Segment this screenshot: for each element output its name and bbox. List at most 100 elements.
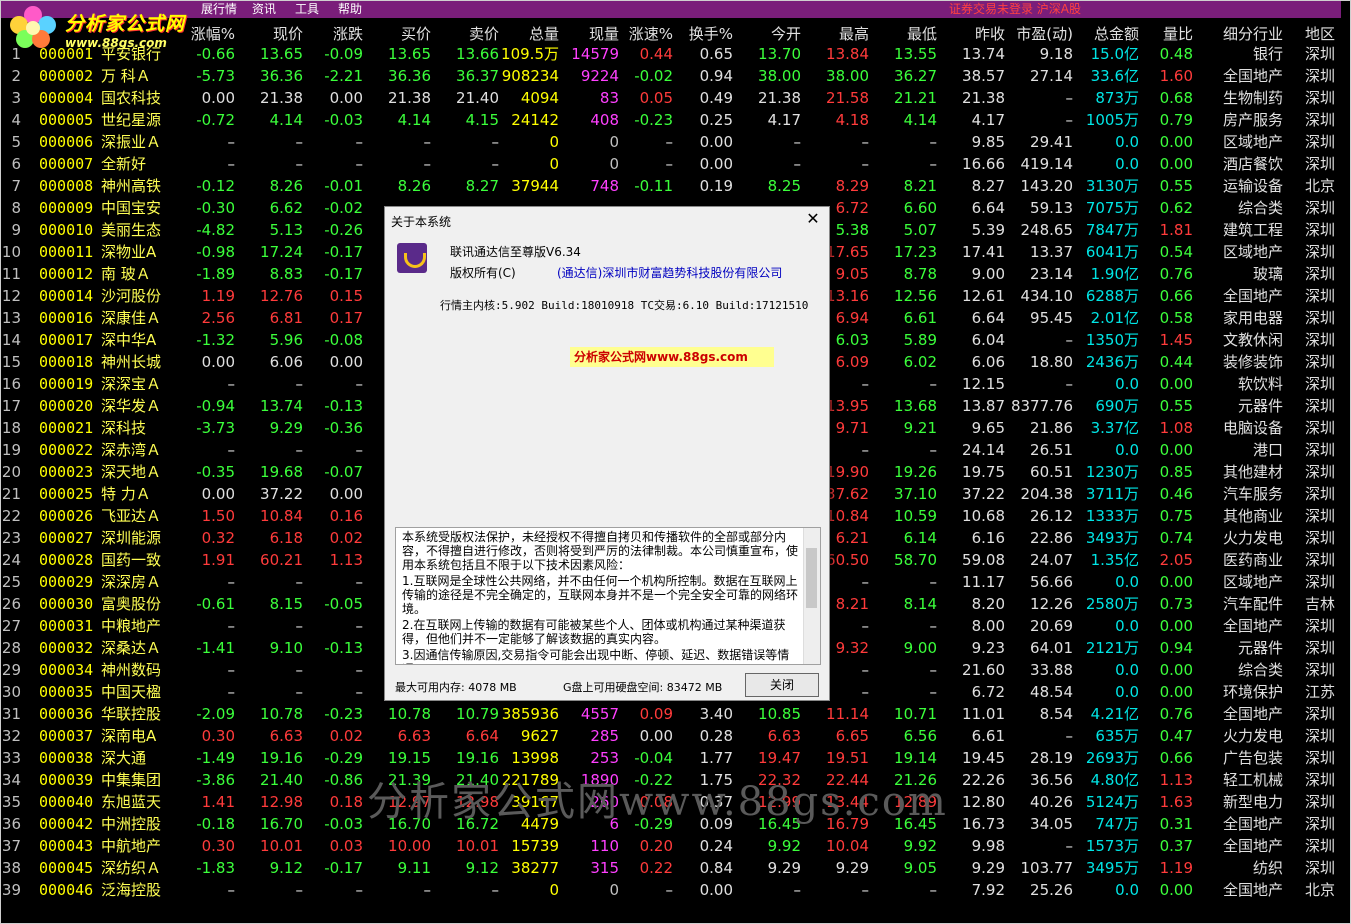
column-header: 涨幅% 现价 涨跌 买价 卖价 总量 现量 涨速% 换手% 今开 最高 最低 昨收 市盈(动) 总金额 量比细…	[1, 19, 1341, 43]
table-row[interactable]: 31 000036 华联控股 -2.09 10.78 -0.23 10.78 10.79 385…	[1, 703, 1341, 725]
cell-open: 9.29	[767, 859, 801, 877]
cell-spd: -0.02	[634, 67, 673, 85]
cell-high: 21.58	[826, 89, 869, 107]
cell-name: 东旭蓝天	[101, 793, 162, 811]
cell-turn: 0.00	[699, 881, 733, 899]
table-row[interactable]: 38 000045 深纺织Ａ -1.83 9.12 -0.17 9.11 9.12 38277 3…	[1, 857, 1341, 879]
cell-bid: 36.36	[388, 67, 431, 85]
cell-open: –	[793, 881, 802, 899]
cell-reg: 深圳	[1304, 441, 1335, 459]
notice-scrollbar[interactable]	[803, 528, 820, 664]
column-header-cell[interactable]: 现量	[563, 23, 619, 44]
cell-amt: 0.0	[1115, 133, 1139, 151]
menu-news[interactable]: 资讯	[252, 1, 276, 18]
cell-reg: 深圳	[1304, 705, 1335, 723]
cell-name: 深纺织Ａ	[101, 859, 162, 877]
cell-low: 8.21	[903, 177, 937, 195]
cell-code: 000036	[39, 705, 94, 723]
menu-quotes[interactable]: 展行情	[201, 1, 237, 18]
cell-chg: -0.94	[196, 397, 235, 415]
table-row[interactable]: 1 000001 平安银行 -0.66 13.65 -0.09 13.65 13.66 109.…	[1, 43, 1341, 65]
cell-open: 4.17	[767, 111, 801, 129]
cell-price: 19.16	[260, 749, 303, 767]
table-row[interactable]: 39 000046 泛海控股 – – – – –0 0–0.00– – –7.92 25.26 0.0 0…	[1, 879, 1341, 901]
cell-open: 8.25	[767, 177, 801, 195]
cell-chg: -0.61	[196, 595, 235, 613]
column-header-cell[interactable]: 最低	[873, 23, 937, 44]
cell-amt: 2436万	[1085, 353, 1139, 371]
cell-amt: 2121万	[1085, 639, 1139, 657]
cell-idx: 32	[1, 727, 21, 745]
cell-price: –	[295, 441, 304, 459]
cell-prev: 6.72	[971, 683, 1005, 701]
cell-vol: 4094	[520, 89, 559, 107]
cell-amt: 2580万	[1085, 595, 1139, 613]
menu-help[interactable]: 帮助	[338, 1, 362, 18]
table-row[interactable]: 3 000004 国农科技 0.00 21.38 0.00 21.38 21.40 4094 83…	[1, 87, 1341, 109]
column-header-cell[interactable]: 量比	[1143, 23, 1193, 44]
column-header-cell[interactable]: 买价	[369, 23, 431, 44]
cell-idx: 16	[1, 375, 21, 393]
column-header-cell[interactable]: 昨收	[941, 23, 1005, 44]
cell-code: 000034	[39, 661, 94, 679]
table-row[interactable]: 7 000008 神州高铁 -0.12 8.26 -0.01 8.26 8.27 37944 74…	[1, 175, 1341, 197]
cell-ind: 火力发电	[1222, 727, 1283, 745]
cell-pe: 13.37	[1030, 243, 1073, 261]
cell-low: 36.27	[894, 67, 937, 85]
column-header-cell[interactable]: 地区	[1295, 23, 1335, 44]
close-icon[interactable]: ✕	[803, 209, 823, 229]
scrollbar-thumb[interactable]	[806, 548, 817, 608]
cell-code: 000020	[39, 397, 94, 415]
cell-reg: 江苏	[1304, 683, 1335, 701]
column-header-cell[interactable]: 涨跌	[307, 23, 363, 44]
cell-chg: -1.41	[196, 639, 235, 657]
table-row[interactable]: 33 000038 深大通 -1.49 19.16 -0.29 19.15 19.16 1399…	[1, 747, 1341, 769]
table-row[interactable]: 6 000007 全新好 – – – – –0 0–0.00– – –16.66 419.14 0.0 0…	[1, 153, 1341, 175]
cell-pe: 27.14	[1030, 67, 1073, 85]
cell-prev: 8.00	[971, 617, 1005, 635]
column-header-cell[interactable]: 细分行业	[1201, 23, 1283, 44]
cell-ind: 银行	[1252, 45, 1283, 63]
cell-low: –	[929, 375, 938, 393]
column-header-cell[interactable]: 总量	[501, 23, 559, 44]
cell-amt: 3.37亿	[1090, 419, 1139, 437]
table-row[interactable]: 4 000005 世纪星源 -0.72 4.14 -0.03 4.14 4.15 24142 40…	[1, 109, 1341, 131]
column-header-cell[interactable]: 涨速%	[621, 23, 673, 44]
column-header-cell[interactable]: 市盈(动)	[1009, 23, 1073, 44]
notice-textbox[interactable]: 本系统受版权法保护，未经授权不得擅自拷贝和传播软件的全部或部分内容，不得擅自进行…	[395, 527, 821, 665]
cell-amt: 0.0	[1115, 155, 1139, 173]
cell-vr: 0.31	[1159, 815, 1193, 833]
table-row[interactable]: 2 000002 万 科Ａ -5.73 36.36 -2.21 36.36 36.37 9082…	[1, 65, 1341, 87]
cell-amt: 0.0	[1115, 573, 1139, 591]
table-row[interactable]: 32 000037 深南电A 0.30 6.63 0.02 6.63 6.64 9627 285 0…	[1, 725, 1341, 747]
cell-name: 美丽生态	[101, 221, 162, 239]
cell-turn: 0.19	[699, 177, 733, 195]
cell-open: 21.38	[758, 89, 801, 107]
cell-prev: 9.98	[971, 837, 1005, 855]
table-row[interactable]: 5 000006 深振业Ａ – – – – – 0 0 – 0.00 – – – 9.85 29.41 0.0 0.…	[1, 131, 1341, 153]
cell-ind: 环境保护	[1222, 683, 1283, 701]
cell-prev: 6.64	[971, 309, 1005, 327]
cell-code: 000032	[39, 639, 94, 657]
close-button[interactable]: 关闭	[745, 673, 819, 697]
cell-vr: 1.81	[1159, 221, 1193, 239]
cell-price: 9.12	[269, 859, 303, 877]
cell-name: 南 玻Ａ	[101, 265, 151, 283]
column-header-cell[interactable]: 今开	[737, 23, 801, 44]
cell-low: 10.71	[894, 705, 937, 723]
cell-code: 000006	[39, 133, 94, 151]
column-header-cell[interactable]: 现价	[241, 23, 303, 44]
cell-code: 000035	[39, 683, 94, 701]
column-header-cell[interactable]: 换手%	[677, 23, 733, 44]
column-header-cell[interactable]: 卖价	[435, 23, 499, 44]
column-header-cell[interactable]: 总金额	[1079, 23, 1139, 44]
menu-tools[interactable]: 工具	[295, 1, 319, 18]
cell-pe: –	[1065, 111, 1074, 129]
column-header-cell[interactable]: 最高	[805, 23, 869, 44]
cell-low: 21.21	[894, 89, 937, 107]
table-row[interactable]: 37 000043 中航地产 0.30 10.01 0.03 10.00 10.01 15739…	[1, 835, 1341, 857]
cell-code: 000011	[39, 243, 94, 261]
cell-spd: -0.23	[634, 111, 673, 129]
cell-chg: –	[227, 661, 236, 679]
column-header-cell[interactable]: 涨幅%	[177, 23, 235, 44]
